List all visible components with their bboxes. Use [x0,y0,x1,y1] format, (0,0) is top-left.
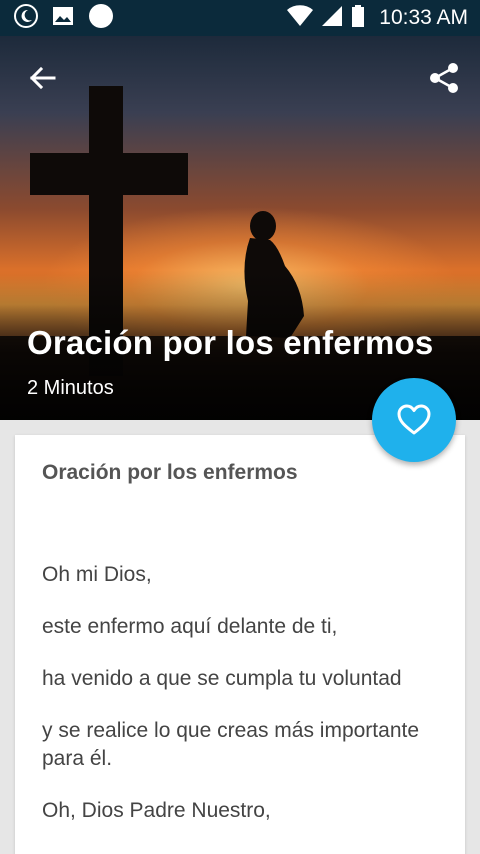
heart-outline-icon [397,404,431,435]
prayer-card: Oración por los enfermos Oh mi Dios, est… [15,435,465,854]
prayer-text: Oh mi Dios, este enfermo aquí delante de… [42,561,441,825]
battery-icon [351,5,365,31]
prayer-line: Oh mi Dios, [42,563,152,586]
notification-icons [14,3,114,33]
share-button[interactable] [424,58,464,98]
prayer-title: Oración por los enfermos [42,461,298,484]
status-bar: 10:33 AM [0,0,480,36]
back-button[interactable] [22,58,62,98]
reading-time: 2 Minutos [27,377,114,399]
share-icon [430,63,458,93]
prayer-line: ha venido a que se cumpla tu voluntad [42,667,402,690]
clock: 10:33 AM [379,6,468,29]
page-title: Oración por los enfermos [27,324,434,361]
header-image: Oración por los enfermos 2 Minutos [0,36,480,420]
wifi-icon [287,5,314,31]
prayer-line: este enfermo aquí delante de ti, [42,615,338,638]
image-notification-icon [52,5,74,31]
prayer-line: y se realice lo que creas más importante… [42,719,420,770]
cross-beam-silhouette [30,153,188,195]
signal-icon [321,5,343,31]
favorite-button[interactable] [372,378,456,462]
arrow-back-icon [29,66,56,90]
system-icons: 10:33 AM [287,5,468,31]
circle-notification-icon [88,3,114,33]
prayer-line: Oh, Dios Padre Nuestro, [42,799,271,822]
moon-notification-icon [14,4,38,32]
